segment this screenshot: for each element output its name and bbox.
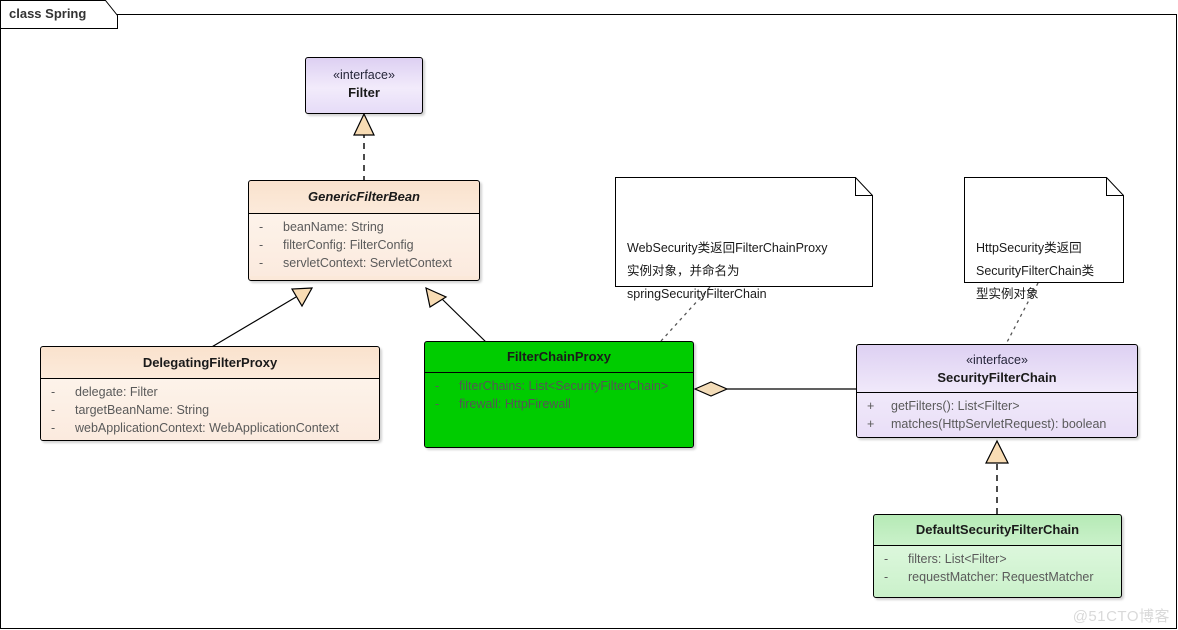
attribute-visibility: - xyxy=(435,378,440,393)
class-name-genericfilterbean: GenericFilterBean xyxy=(308,189,420,204)
attribute-visibility: - xyxy=(884,569,889,584)
class-box-securityfilterchain[interactable]: «interface» SecurityFilterChain + getFilt… xyxy=(856,344,1138,438)
class-header-defaultsecurityfilterchain: DefaultSecurityFilterChain xyxy=(874,515,1121,545)
class-attribute: - servletContext: ServletContext xyxy=(249,254,479,272)
uml-class-diagram: class Spring «interface» Filter GenericF… xyxy=(0,0,1178,630)
attribute-visibility: - xyxy=(259,219,264,234)
attribute-text: filterConfig: FilterConfig xyxy=(283,237,414,252)
class-attributes-defaultsecurityfilterchain: - filters: List<Filter> - requestMatcher: … xyxy=(874,545,1121,590)
note-websecurity: WebSecurity类返回FilterChainProxy 实例对象，并命名为… xyxy=(615,177,873,301)
class-name-defaultsecurityfilterchain: DefaultSecurityFilterChain xyxy=(915,522,1080,537)
class-box-genericfilterbean[interactable]: GenericFilterBean - beanName: String - fil… xyxy=(248,180,480,281)
class-operation: + getFilters(): List<Filter> xyxy=(857,397,1137,415)
attribute-visibility: - xyxy=(51,402,56,417)
attribute-text: requestMatcher: RequestMatcher xyxy=(908,569,1094,584)
attribute-visibility: - xyxy=(51,384,56,399)
class-attribute: - beanName: String xyxy=(249,218,479,236)
class-attribute: - filterChains: List<SecurityFilterChain> xyxy=(425,377,693,395)
operation-text: matches(HttpServletRequest): boolean xyxy=(891,417,1107,432)
class-attribute: - delegate: Filter xyxy=(41,383,379,401)
frame-tab-label: class Spring xyxy=(9,6,87,21)
class-attributes-filterchainproxy: - filterChains: List<SecurityFilterChain>… xyxy=(425,372,693,447)
class-attributes-delegatingfilterproxy: - delegate: Filter - targetBeanName: Strin… xyxy=(41,378,379,440)
attribute-text: servletContext: ServletContext xyxy=(283,255,452,270)
attribute-visibility: - xyxy=(51,420,56,435)
class-stereotype-securityfilterchain: «interface» xyxy=(966,353,1028,367)
attribute-text: targetBeanName: String xyxy=(75,402,210,417)
attribute-text: firewall: HttpFirewall xyxy=(459,396,571,411)
class-header-delegatingfilterproxy: DelegatingFilterProxy xyxy=(41,347,379,378)
class-attributes-genericfilterbean: - beanName: String - filterConfig: FilterC… xyxy=(249,213,479,276)
class-stereotype-filter: «interface» xyxy=(333,68,395,82)
attribute-text: webApplicationContext: WebApplicationCon… xyxy=(75,420,339,435)
class-box-filter[interactable]: «interface» Filter xyxy=(305,57,423,114)
class-name-filterchainproxy: FilterChainProxy xyxy=(506,349,612,364)
watermark: @51CTO博客 xyxy=(1072,608,1170,625)
class-name-filter: Filter xyxy=(348,84,380,100)
attribute-visibility: - xyxy=(259,237,264,252)
operation-visibility: + xyxy=(867,399,875,414)
class-operations-securityfilterchain: + getFilters(): List<Filter> + matches(Htt… xyxy=(857,393,1137,437)
attribute-text: delegate: Filter xyxy=(75,384,158,399)
class-box-delegatingfilterproxy[interactable]: DelegatingFilterProxy - delegate: Filter … xyxy=(40,346,380,441)
class-header-filterchainproxy: FilterChainProxy xyxy=(425,342,693,372)
attribute-text: beanName: String xyxy=(283,219,384,234)
class-attribute: - targetBeanName: String xyxy=(41,401,379,419)
note-text-httpsecurity: HttpSecurity类返回 SecurityFilterChain类 型实例… xyxy=(976,241,1095,301)
class-header-genericfilterbean: GenericFilterBean xyxy=(249,181,479,213)
class-name-securityfilterchain: SecurityFilterChain xyxy=(937,369,1057,385)
class-box-filterchainproxy[interactable]: FilterChainProxy - filterChains: List<Sec… xyxy=(424,341,694,448)
class-attribute: - requestMatcher: RequestMatcher xyxy=(874,568,1121,586)
class-attribute: - firewall: HttpFirewall xyxy=(425,395,693,413)
class-attribute: - filterConfig: FilterConfig xyxy=(249,236,479,254)
attribute-text: filters: List<Filter> xyxy=(908,551,1007,566)
class-name-delegatingfilterproxy: DelegatingFilterProxy xyxy=(142,355,278,370)
operation-visibility: + xyxy=(867,417,875,432)
attribute-visibility: - xyxy=(884,551,889,566)
class-header-filter: «interface» Filter xyxy=(306,58,422,107)
note-httpsecurity: HttpSecurity类返回 SecurityFilterChain类 型实例… xyxy=(964,177,1124,301)
class-operation: + matches(HttpServletRequest): boolean xyxy=(857,415,1137,433)
attribute-visibility: - xyxy=(259,255,264,270)
operation-text: getFilters(): List<Filter> xyxy=(891,399,1020,414)
class-header-securityfilterchain: «interface» SecurityFilterChain xyxy=(857,345,1137,392)
attribute-text: filterChains: List<SecurityFilterChain> xyxy=(459,378,669,393)
note-text-websecurity: WebSecurity类返回FilterChainProxy 实例对象，并命名为… xyxy=(627,241,828,301)
class-attribute: - webApplicationContext: WebApplicationCo… xyxy=(41,419,379,437)
class-box-defaultsecurityfilterchain[interactable]: DefaultSecurityFilterChain - filters: Lis… xyxy=(873,514,1122,598)
class-attribute: - filters: List<Filter> xyxy=(874,550,1121,568)
attribute-visibility: - xyxy=(435,396,440,411)
